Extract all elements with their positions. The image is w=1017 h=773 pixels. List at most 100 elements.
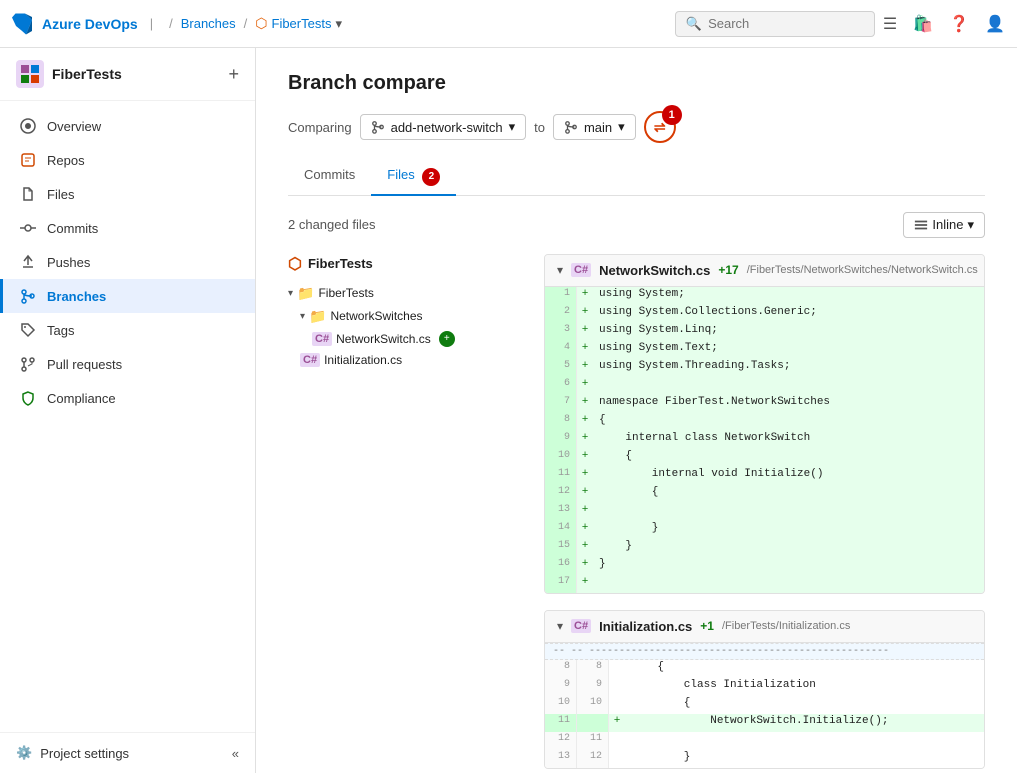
branch-to-dropdown[interactable]: main ▾: [553, 114, 636, 140]
overview-icon: [19, 117, 37, 135]
diff-file-networkswitch: ▾ C# NetworkSwitch.cs +17 /FiberTests/Ne…: [544, 254, 985, 594]
tree-item-fibertests-folder[interactable]: ▾ 📁 FiberTests: [288, 282, 528, 305]
inline-chevron[interactable]: ▾: [967, 217, 974, 233]
branches-icon: [19, 287, 37, 305]
diff-2-collapse[interactable]: ▾: [557, 619, 563, 633]
repos-icon: [19, 151, 37, 169]
sidebar-label-tags: Tags: [47, 323, 74, 338]
sidebar-label-branches: Branches: [47, 289, 106, 304]
sidebar-label-overview: Overview: [47, 119, 101, 134]
diff-separator: -- -- ----------------------------------…: [545, 643, 984, 660]
diff-line: 17+: [545, 575, 984, 593]
sidebar-add-button[interactable]: +: [228, 64, 239, 85]
branch-from-label: add-network-switch: [391, 120, 503, 135]
comparing-label: Comparing: [288, 120, 352, 135]
branch-from-chevron: ▾: [509, 119, 516, 135]
collapse-icon[interactable]: «: [232, 746, 239, 761]
tab-badge: 2: [422, 168, 440, 186]
sidebar-item-files[interactable]: Files: [0, 177, 255, 211]
sidebar-item-branches[interactable]: Branches: [0, 279, 255, 313]
diff-line: 11 + NetworkSwitch.Initialize();: [545, 714, 984, 732]
sidebar-item-overview[interactable]: Overview: [0, 109, 255, 143]
sidebar-footer: ⚙️ Project settings «: [0, 732, 255, 773]
diff-line: 4+using System.Text;: [545, 341, 984, 359]
user-icon[interactable]: 👤: [985, 14, 1005, 34]
breadcrumb-chevron[interactable]: ▾: [335, 16, 342, 32]
diff-line: 7+namespace FiberTest.NetworkSwitches: [545, 395, 984, 413]
repo-diamond-icon: ⬡: [288, 254, 302, 274]
diff-line: 8+{: [545, 413, 984, 431]
add-badge-icon: +: [439, 331, 455, 347]
diff-1-added-count: +17: [718, 263, 738, 277]
folder-icon: 📁: [297, 285, 314, 302]
diff-2-added-count: +1: [700, 619, 714, 633]
tree-fibertests-label: FiberTests: [318, 286, 373, 300]
diff-line: 6+: [545, 377, 984, 395]
diff-2-code: -- -- ----------------------------------…: [545, 643, 984, 768]
tab-commits[interactable]: Commits: [288, 159, 371, 196]
sidebar-label-files: Files: [47, 187, 74, 202]
inline-label: Inline: [932, 217, 963, 232]
pushes-icon: [19, 253, 37, 271]
tree-item-networkswitches-folder[interactable]: ▾ 📁 NetworkSwitches: [288, 305, 528, 328]
two-col-layout: ⬡ FiberTests ▾ 📁 FiberTests ▾ 📁 NetworkS…: [288, 254, 985, 773]
diff-2-lang-icon: C#: [571, 619, 591, 633]
changed-files-row: 2 changed files Inline ▾: [288, 212, 985, 238]
diff-line: 1010 {: [545, 696, 984, 714]
diff-2-filename: Initialization.cs: [599, 619, 692, 634]
main-layout: FiberTests + Overview Repos Fi: [0, 48, 1017, 773]
sidebar-item-commits[interactable]: Commits: [0, 211, 255, 245]
menu-icon[interactable]: ☰: [883, 14, 897, 34]
diff-1-code: 1+using System; 2+using System.Collectio…: [545, 287, 984, 593]
diff-line: 99 class Initialization: [545, 678, 984, 696]
diff-line: 2+using System.Collections.Generic;: [545, 305, 984, 323]
diff-file-1-header: ▾ C# NetworkSwitch.cs +17 /FiberTests/Ne…: [545, 255, 984, 287]
tree-collapse-icon: ▾: [288, 288, 293, 299]
sidebar-nav: Overview Repos Files Commits: [0, 101, 255, 423]
changed-files-label: 2 changed files: [288, 217, 375, 232]
swap-button[interactable]: ⇌ 1: [644, 111, 676, 143]
project-settings-link[interactable]: ⚙️ Project settings: [16, 745, 129, 761]
project-icon: [16, 60, 44, 88]
sidebar-item-tags[interactable]: Tags: [0, 313, 255, 347]
nav-icons: ☰ 🛍️ ❓ 👤: [883, 14, 1005, 34]
file-tree-header: ⬡ FiberTests: [288, 254, 528, 274]
sidebar-project-name: FiberTests: [52, 66, 122, 82]
sidebar-item-compliance[interactable]: Compliance: [0, 381, 255, 415]
tab-commits-label: Commits: [304, 167, 355, 182]
tab-files[interactable]: Files 2: [371, 159, 456, 196]
sidebar-project: FiberTests: [16, 60, 122, 88]
ns-folder-icon: 📁: [309, 308, 326, 325]
diff-1-collapse[interactable]: ▾: [557, 263, 563, 277]
diff-line: 11+ internal void Initialize(): [545, 467, 984, 485]
branch-icon: ⬡: [255, 15, 267, 32]
csharp-icon-2: C#: [300, 353, 320, 367]
branch-from-dropdown[interactable]: add-network-switch ▾: [360, 114, 527, 140]
sidebar-label-compliance: Compliance: [47, 391, 116, 406]
breadcrumb-repo[interactable]: FiberTests: [272, 16, 332, 31]
sidebar-item-pushes[interactable]: Pushes: [0, 245, 255, 279]
compliance-icon: [19, 389, 37, 407]
tree-initialization-label: Initialization.cs: [324, 353, 402, 367]
diff-line: 88 {: [545, 660, 984, 678]
search-icon: 🔍: [686, 16, 702, 32]
inline-button[interactable]: Inline ▾: [903, 212, 985, 238]
diff-1-lang-icon: C#: [571, 263, 591, 277]
sidebar-item-repos[interactable]: Repos: [0, 143, 255, 177]
search-box[interactable]: 🔍: [675, 11, 875, 37]
main-content: Branch compare Comparing add-network-swi…: [256, 48, 1017, 773]
diff-line: 1+using System;: [545, 287, 984, 305]
diff-line: 1211: [545, 732, 984, 750]
search-input[interactable]: [708, 16, 858, 31]
help-icon[interactable]: ❓: [949, 14, 969, 34]
diff-line: 15+ }: [545, 539, 984, 557]
sidebar-item-pull-requests[interactable]: Pull requests: [0, 347, 255, 381]
comparing-row: Comparing add-network-switch ▾ to main ▾…: [288, 111, 985, 143]
breadcrumb-branches[interactable]: Branches: [181, 16, 236, 31]
page-title: Branch compare: [288, 72, 985, 95]
tree-item-initialization-file[interactable]: C# Initialization.cs: [288, 350, 528, 370]
bag-icon[interactable]: 🛍️: [913, 14, 933, 34]
sidebar-header: FiberTests +: [0, 48, 255, 101]
app-logo[interactable]: Azure DevOps: [12, 12, 138, 36]
tree-item-networkswitch-file[interactable]: C# NetworkSwitch.cs +: [288, 328, 528, 350]
